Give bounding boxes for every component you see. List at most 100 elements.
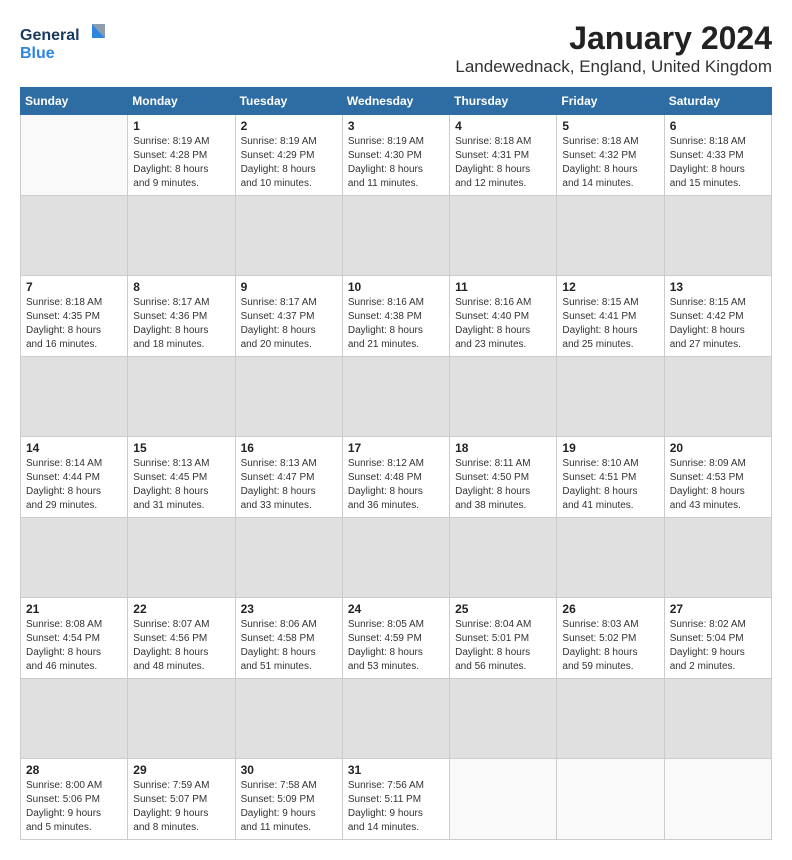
table-row: 11 Sunrise: 8:16 AM Sunset: 4:40 PM Dayli… [450,276,557,357]
day-number: 14 [26,441,122,455]
table-row: 17Sunrise: 8:12 AM Sunset: 4:48 PM Dayli… [342,437,449,518]
calendar-week-row: 21 Sunrise: 8:08 AM Sunset: 4:54 PM Dayli… [21,598,772,679]
title-block: January 2024 Landewednack, England, Unit… [455,20,772,77]
day-number: 3 [348,119,444,133]
table-row: 4 Sunrise: 8:18 AM Sunset: 4:31 PM Daylig… [450,115,557,196]
day-info: Sunrise: 8:18 AM Sunset: 4:31 PM Dayligh… [455,135,551,191]
day-info: Sunrise: 8:10 AM Sunset: 4:51 PM Dayligh… [562,457,658,513]
day-info: Sunrise: 8:06 AM Sunset: 4:58 PM Dayligh… [241,618,337,674]
calendar-header-row: Sunday Monday Tuesday Wednesday Thursday… [21,88,772,115]
svg-text:General: General [20,27,80,44]
day-info: Sunrise: 8:18 AM Sunset: 4:35 PM Dayligh… [26,296,122,352]
table-row: 30 Sunrise: 7:58 AM Sunset: 5:09 PM Dayli… [235,759,342,840]
day-info: Sunrise: 8:17 AM Sunset: 4:37 PM Dayligh… [241,296,337,352]
header-sunday: Sunday [21,88,128,115]
day-number: 2 [241,119,337,133]
day-info: Sunrise: 8:18 AM Sunset: 4:33 PM Dayligh… [670,135,766,191]
day-info: Sunrise: 8:15 AM Sunset: 4:41 PM Dayligh… [562,296,658,352]
table-row: 28 Sunrise: 8:00 AM Sunset: 5:06 PM Dayli… [21,759,128,840]
day-number: 12 [562,280,658,294]
logo: General Blue [20,20,120,65]
calendar-week-row: 7 Sunrise: 8:18 AM Sunset: 4:35 PM Daylig… [21,276,772,357]
day-info: Sunrise: 8:19 AM Sunset: 4:30 PM Dayligh… [348,135,444,191]
day-number: 29 [133,763,229,777]
day-number: 7 [26,280,122,294]
day-number: 1 [133,119,229,133]
day-info: Sunrise: 8:17 AM Sunset: 4:36 PM Dayligh… [133,296,229,352]
calendar-week-row: 14 Sunrise: 8:14 AM Sunset: 4:44 PM Dayli… [21,437,772,518]
table-row: 9 Sunrise: 8:17 AM Sunset: 4:37 PM Daylig… [235,276,342,357]
day-info: Sunrise: 7:59 AM Sunset: 5:07 PM Dayligh… [133,779,229,835]
day-number: 5 [562,119,658,133]
table-row: 25 Sunrise: 8:04 AM Sunset: 5:01 PM Dayli… [450,598,557,679]
header-friday: Friday [557,88,664,115]
table-row: 16 Sunrise: 8:13 AM Sunset: 4:47 PM Dayli… [235,437,342,518]
day-info: Sunrise: 8:14 AM Sunset: 4:44 PM Dayligh… [26,457,122,513]
day-number: 16 [241,441,337,455]
table-row: 3 Sunrise: 8:19 AM Sunset: 4:30 PM Daylig… [342,115,449,196]
table-row: 22 Sunrise: 8:07 AM Sunset: 4:56 PM Dayli… [128,598,235,679]
table-row: 21 Sunrise: 8:08 AM Sunset: 4:54 PM Dayli… [21,598,128,679]
day-number: 31 [348,763,444,777]
day-info: Sunrise: 8:13 AM Sunset: 4:45 PM Dayligh… [133,457,229,513]
logo-svg: General Blue [20,20,120,65]
day-number: 9 [241,280,337,294]
calendar-title: January 2024 [455,20,772,57]
day-info: Sunrise: 8:11 AM Sunset: 4:50 PM Dayligh… [455,457,551,513]
table-row: 15Sunrise: 8:13 AM Sunset: 4:45 PM Dayli… [128,437,235,518]
day-number: 22 [133,602,229,616]
table-row [450,759,557,840]
day-number: 25 [455,602,551,616]
table-row: 31 Sunrise: 7:56 AM Sunset: 5:11 PM Dayli… [342,759,449,840]
table-row: 19Sunrise: 8:10 AM Sunset: 4:51 PM Dayli… [557,437,664,518]
day-info: Sunrise: 8:08 AM Sunset: 4:54 PM Dayligh… [26,618,122,674]
header-monday: Monday [128,88,235,115]
day-info: Sunrise: 8:19 AM Sunset: 4:29 PM Dayligh… [241,135,337,191]
table-row [664,759,771,840]
table-row: 6 Sunrise: 8:18 AM Sunset: 4:33 PM Daylig… [664,115,771,196]
day-info: Sunrise: 8:07 AM Sunset: 4:56 PM Dayligh… [133,618,229,674]
table-row: 10 Sunrise: 8:16 AM Sunset: 4:38 PM Dayli… [342,276,449,357]
table-row: 14 Sunrise: 8:14 AM Sunset: 4:44 PM Dayli… [21,437,128,518]
day-number: 18 [455,441,551,455]
day-info: Sunrise: 8:09 AM Sunset: 4:53 PM Dayligh… [670,457,766,513]
day-number: 4 [455,119,551,133]
day-info: Sunrise: 8:02 AM Sunset: 5:04 PM Dayligh… [670,618,766,674]
header-wednesday: Wednesday [342,88,449,115]
header-saturday: Saturday [664,88,771,115]
day-info: Sunrise: 8:15 AM Sunset: 4:42 PM Dayligh… [670,296,766,352]
day-info: Sunrise: 7:56 AM Sunset: 5:11 PM Dayligh… [348,779,444,835]
day-number: 28 [26,763,122,777]
day-info: Sunrise: 7:58 AM Sunset: 5:09 PM Dayligh… [241,779,337,835]
day-info: Sunrise: 8:04 AM Sunset: 5:01 PM Dayligh… [455,618,551,674]
day-number: 11 [455,280,551,294]
day-info: Sunrise: 8:13 AM Sunset: 4:47 PM Dayligh… [241,457,337,513]
day-info: Sunrise: 8:16 AM Sunset: 4:40 PM Dayligh… [455,296,551,352]
day-number: 23 [241,602,337,616]
day-info: Sunrise: 8:05 AM Sunset: 4:59 PM Dayligh… [348,618,444,674]
table-row: 5Sunrise: 8:18 AM Sunset: 4:32 PM Daylig… [557,115,664,196]
header-thursday: Thursday [450,88,557,115]
calendar-table: Sunday Monday Tuesday Wednesday Thursday… [20,87,772,840]
day-info: Sunrise: 8:00 AM Sunset: 5:06 PM Dayligh… [26,779,122,835]
day-number: 30 [241,763,337,777]
day-number: 17 [348,441,444,455]
day-number: 13 [670,280,766,294]
day-number: 26 [562,602,658,616]
day-info: Sunrise: 8:16 AM Sunset: 4:38 PM Dayligh… [348,296,444,352]
svg-text:Blue: Blue [20,45,55,62]
day-number: 21 [26,602,122,616]
table-row: 13 Sunrise: 8:15 AM Sunset: 4:42 PM Dayli… [664,276,771,357]
calendar-week-row: 1Sunrise: 8:19 AM Sunset: 4:28 PM Daylig… [21,115,772,196]
day-number: 8 [133,280,229,294]
day-number: 10 [348,280,444,294]
table-row: 23 Sunrise: 8:06 AM Sunset: 4:58 PM Dayli… [235,598,342,679]
day-number: 6 [670,119,766,133]
table-row [557,759,664,840]
day-number: 27 [670,602,766,616]
day-number: 24 [348,602,444,616]
table-row [21,115,128,196]
row-separator [21,196,772,276]
row-separator [21,357,772,437]
table-row: 2 Sunrise: 8:19 AM Sunset: 4:29 PM Daylig… [235,115,342,196]
